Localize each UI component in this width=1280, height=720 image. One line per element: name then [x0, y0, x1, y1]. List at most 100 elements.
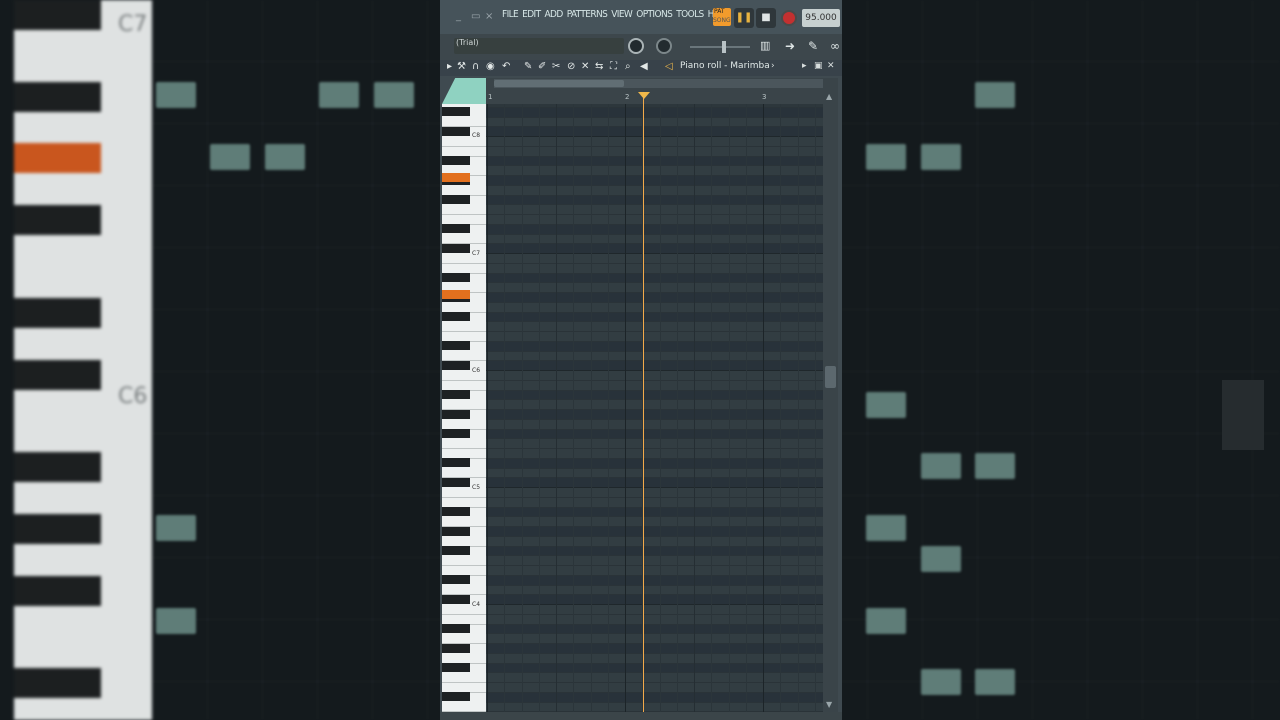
playback-tool-icon[interactable]: ◀	[640, 61, 648, 72]
speaker-icon[interactable]: ◁	[665, 61, 673, 72]
white-key[interactable]	[442, 262, 486, 264]
horizontal-scrollbar[interactable]	[494, 79, 824, 88]
horizontal-scroll-thumb[interactable]	[494, 80, 624, 87]
scroll-up-icon[interactable]: ▲	[826, 92, 832, 101]
white-key[interactable]	[442, 496, 486, 498]
grid-line	[487, 104, 488, 712]
menu-file[interactable]: FILE	[502, 9, 519, 20]
black-key[interactable]	[442, 477, 470, 487]
vertical-scroll-thumb[interactable]	[825, 366, 836, 388]
master-slider-thumb[interactable]	[722, 41, 726, 53]
song-label: SONG	[713, 17, 731, 24]
black-key[interactable]	[442, 107, 470, 117]
octave-label: C6	[472, 367, 481, 374]
white-key[interactable]	[442, 379, 486, 381]
menu-tools[interactable]: TOOLS	[676, 9, 704, 20]
white-key[interactable]	[442, 331, 486, 332]
piano-keyboard-icon[interactable]: ▥	[760, 39, 770, 52]
zoom-tool-icon[interactable]: ⌕	[625, 61, 631, 72]
black-key[interactable]	[442, 390, 470, 399]
piano-roll-close-icon[interactable]: ✕	[827, 61, 835, 71]
black-key[interactable]	[442, 409, 470, 419]
tempo-display[interactable]: 95.000	[802, 9, 840, 27]
bar-number: 1	[488, 93, 493, 101]
piano-roll-title[interactable]: Piano roll - Marimba	[680, 61, 770, 71]
black-key[interactable]	[442, 643, 470, 653]
white-key[interactable]	[442, 145, 486, 147]
piano-roll-menu-arrow-icon[interactable]: ▸	[802, 61, 807, 71]
scroll-down-icon[interactable]: ▼	[826, 700, 832, 709]
menu-add[interactable]: ADD	[544, 9, 563, 20]
menu-view[interactable]: VIEW	[611, 9, 633, 20]
arrow-right-icon[interactable]: ➜	[785, 39, 795, 53]
black-key[interactable]	[442, 273, 470, 282]
note-grid[interactable]	[486, 104, 823, 712]
highlighted-key[interactable]	[442, 290, 470, 299]
menu-arrow-icon[interactable]: ▸	[447, 61, 452, 72]
paint-brush-icon[interactable]: ✐	[538, 61, 546, 72]
vertical-scrollbar[interactable]: ▲ ▼	[823, 78, 838, 712]
black-key[interactable]	[442, 429, 470, 438]
white-key[interactable]	[442, 565, 486, 566]
black-key[interactable]	[442, 195, 470, 204]
pat-song-toggle[interactable]: PAT SONG	[713, 8, 731, 26]
black-key[interactable]	[442, 594, 470, 604]
black-key[interactable]	[442, 526, 470, 536]
black-key[interactable]	[442, 624, 470, 633]
black-key[interactable]	[442, 692, 470, 702]
master-pitch-knob-icon[interactable]	[628, 38, 644, 54]
link-icon[interactable]: ∞	[830, 39, 840, 53]
black-key[interactable]	[442, 243, 470, 253]
master-slider[interactable]	[690, 46, 750, 48]
black-key[interactable]	[442, 546, 470, 555]
wrench-icon[interactable]: ⚒	[457, 61, 466, 72]
piano-roll-maximize-icon[interactable]: ▣	[814, 61, 823, 71]
pencil-tool-icon[interactable]: ✎	[524, 61, 532, 72]
grid-line	[659, 104, 661, 712]
pencil-icon[interactable]: ✎	[808, 39, 818, 53]
close-button[interactable]: ×	[485, 11, 493, 22]
black-key[interactable]	[442, 507, 470, 516]
magnet-icon[interactable]: ∩	[472, 61, 479, 72]
stop-button[interactable]: ■	[756, 8, 776, 28]
slice-tool-icon[interactable]: ✂	[552, 61, 560, 72]
piano-roll-corner[interactable]	[442, 78, 486, 104]
black-key[interactable]	[442, 341, 470, 351]
pause-button[interactable]: ❚❚	[734, 8, 754, 28]
black-key[interactable]	[442, 575, 470, 585]
menu-patterns[interactable]: PATTERNS	[567, 9, 608, 20]
black-key[interactable]	[442, 126, 470, 136]
menu-options[interactable]: OPTIONS	[636, 9, 673, 20]
slip-tool-icon[interactable]: ⇆	[595, 61, 603, 72]
black-key[interactable]	[442, 458, 470, 468]
white-key[interactable]	[442, 214, 486, 215]
white-key[interactable]	[442, 682, 486, 683]
piano-keyboard[interactable]: C8 C7 C6 C5 C4	[442, 104, 486, 712]
white-key[interactable]	[442, 613, 486, 615]
select-tool-icon[interactable]: ⛶	[610, 61, 617, 72]
black-key[interactable]	[442, 360, 470, 370]
record-dot-icon[interactable]: ◉	[486, 61, 495, 72]
black-key[interactable]	[442, 224, 470, 234]
black-key[interactable]	[442, 312, 470, 321]
grid-line	[763, 104, 764, 712]
master-volume-knob-icon[interactable]	[656, 38, 672, 54]
black-key[interactable]	[442, 156, 470, 165]
undo-icon[interactable]: ↶	[502, 61, 510, 72]
grid-line	[676, 104, 678, 712]
menu-edit[interactable]: EDIT	[522, 9, 541, 20]
playhead-marker-icon[interactable]	[638, 92, 650, 99]
minimize-button[interactable]: _	[456, 11, 461, 22]
white-key[interactable]	[442, 448, 486, 449]
mute-tool-icon[interactable]: ✕	[581, 61, 589, 72]
record-button[interactable]	[781, 10, 797, 26]
octave-label: C5	[472, 484, 481, 491]
playhead[interactable]	[643, 96, 644, 712]
black-key[interactable]	[442, 663, 470, 672]
highlighted-key[interactable]	[442, 173, 470, 182]
grid-line	[625, 104, 626, 712]
octave-label: C8	[472, 132, 481, 139]
title-arrow-icon: ›	[771, 61, 775, 71]
restore-button[interactable]: ▭	[471, 11, 480, 22]
delete-tool-icon[interactable]: ⊘	[567, 61, 575, 72]
